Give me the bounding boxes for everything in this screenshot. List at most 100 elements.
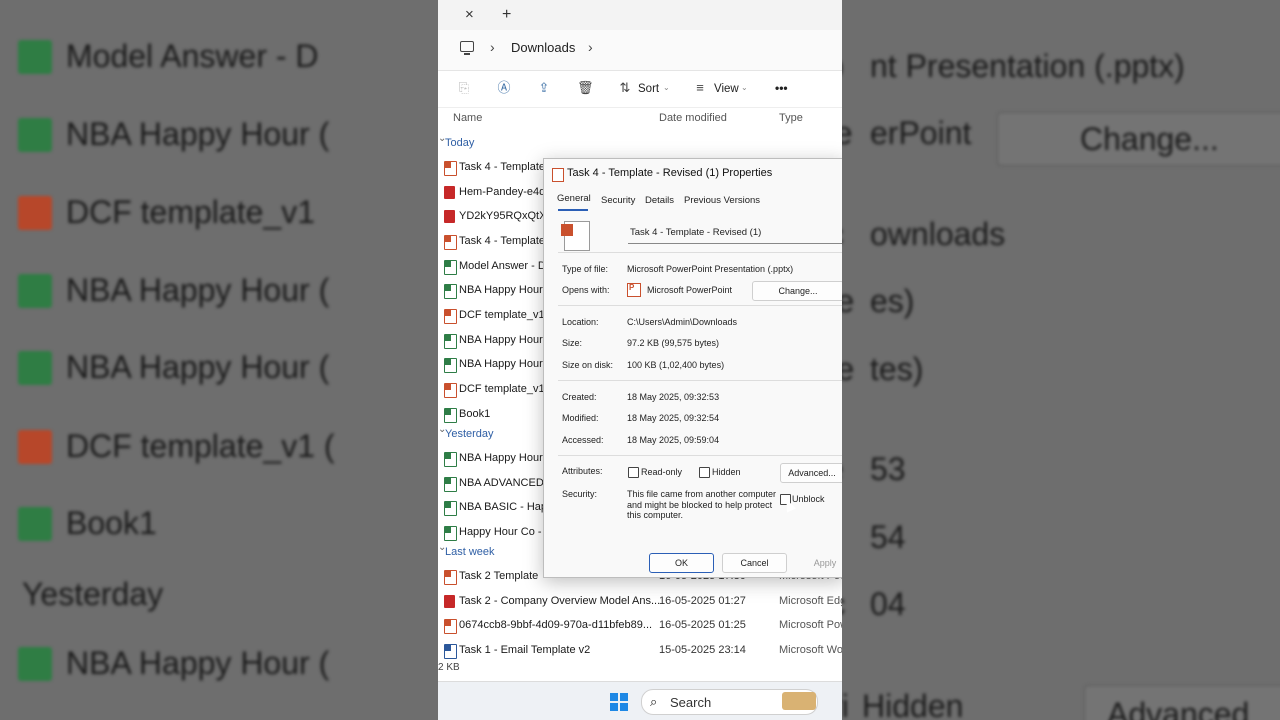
file-name: DCF template_v1 — [459, 309, 545, 321]
file-type: Microsoft Edg — [779, 595, 842, 607]
background-right: Typ nt Presentation (.pptx) Ope erPoint Loc o… — [842, 0, 1280, 720]
file-name: Model Answer - D — [459, 260, 546, 272]
background-row-label: NBA Happy Hour ( — [66, 116, 330, 152]
sort-icon[interactable]: ⇅ — [618, 81, 632, 95]
more-options-icon[interactable]: ••• — [775, 81, 788, 95]
background-value: Hidden — [862, 688, 964, 720]
column-header-name[interactable]: Name — [453, 112, 482, 124]
background-row-label: Model Answer - D — [66, 38, 319, 74]
ok-button[interactable]: OK — [649, 553, 714, 573]
widget-icon[interactable] — [782, 692, 816, 710]
excel-file-icon — [444, 452, 457, 467]
file-name: Hem-Pandey-e4de — [459, 186, 552, 198]
accessed-label: Accessed: — [562, 435, 604, 445]
location-label: Location: — [562, 317, 599, 327]
share-icon[interactable]: ⇪ — [537, 81, 551, 95]
size-value: 97.2 KB (99,575 bytes) — [627, 338, 720, 348]
background-label: Size — [842, 283, 855, 319]
tab-previous-versions[interactable]: Previous Versions — [684, 195, 760, 206]
readonly-label[interactable]: Read-only — [641, 467, 682, 477]
address-bar[interactable]: › Downloads › — [438, 30, 842, 71]
file-name: Task 4 - Template — [459, 235, 546, 247]
view-button[interactable]: View — [714, 83, 739, 95]
tab-details[interactable]: Details — [645, 195, 674, 206]
created-label: Created: — [562, 392, 597, 402]
file-row[interactable]: Task 2 - Company Overview Model Ans... 16… — [438, 592, 842, 614]
divider — [558, 380, 842, 381]
taskbar: ⌕ Search — [438, 681, 842, 720]
size-on-disk-label: Size on disk: — [562, 360, 614, 370]
group-header-yesterday[interactable]: Yesterday — [438, 424, 493, 440]
group-header-today[interactable]: Today — [438, 133, 474, 149]
excel-file-icon — [444, 334, 457, 349]
unblock-label[interactable]: Unblock — [792, 494, 825, 504]
attributes-label: Attributes: — [562, 466, 603, 476]
file-name-value: Task 4 - Template - Revised (1) — [630, 227, 762, 238]
hidden-checkbox[interactable] — [699, 467, 710, 478]
group-header-last-week[interactable]: Last week — [438, 542, 494, 558]
background-left: Model Answer - D NBA Happy Hour ( DCF temp… — [0, 0, 438, 720]
tab-security[interactable]: Security — [601, 195, 635, 206]
sort-button[interactable]: Sort — [638, 83, 659, 95]
background-row-label: DCF template_v1 ( — [66, 428, 335, 464]
change-button[interactable]: Change... — [752, 281, 842, 301]
excel-file-icon — [444, 260, 457, 275]
hidden-label[interactable]: Hidden — [712, 467, 741, 477]
background-button-label: Advanced — [1107, 696, 1250, 720]
breadcrumb-downloads[interactable]: Downloads — [511, 40, 575, 55]
excel-file-icon — [444, 477, 457, 492]
copy-icon[interactable]: ⎘ — [457, 81, 471, 95]
type-value: Microsoft PowerPoint Presentation (.pptx… — [627, 264, 794, 274]
column-header-type[interactable]: Type — [779, 112, 803, 124]
tab-general[interactable]: General — [557, 193, 591, 204]
file-date: 16-05-2025 01:27 — [659, 595, 746, 607]
opens-with-value: Microsoft PowerPoint — [647, 285, 733, 295]
file-name: 0674ccb8-9bbf-4d09-970a-d11bfeb89... — [459, 619, 653, 631]
file-name: Book1 — [459, 408, 491, 420]
apply-button[interactable]: Apply — [794, 553, 842, 573]
background-label: Ope — [842, 115, 853, 151]
delete-icon[interactable]: 🗑 — [577, 81, 594, 95]
modified-label: Modified: — [562, 413, 599, 423]
command-bar: ⎘ Ⓐ ⇪ 🗑 ⇅ Sort ⌄ ≡ View ⌄ ••• — [438, 71, 842, 108]
powerpoint-file-icon — [444, 235, 457, 250]
file-row[interactable]: Task 1 - Email Template v2 15-05-2025 23:… — [438, 641, 842, 663]
file-row[interactable]: 0674ccb8-9bbf-4d09-970a-d11bfeb89... 16-0… — [438, 616, 842, 638]
pdf-file-icon — [444, 186, 455, 199]
excel-file-icon — [444, 284, 457, 299]
powerpoint-file-icon — [444, 619, 457, 634]
powerpoint-file-icon — [444, 161, 457, 176]
close-tab-icon[interactable]: × — [465, 6, 474, 23]
file-name: NBA Happy Hour — [459, 452, 543, 464]
background-row: DCF template_v1 — [18, 194, 315, 231]
column-header-date[interactable]: Date modified — [659, 112, 727, 124]
background-label: Typ — [842, 48, 844, 85]
view-icon[interactable]: ≡ — [693, 81, 707, 95]
excel-file-icon — [18, 39, 52, 74]
chevron-right-icon[interactable]: › — [490, 39, 495, 55]
new-tab-icon[interactable]: + — [502, 6, 511, 24]
rename-icon[interactable]: Ⓐ — [497, 81, 511, 95]
background-button-label: Change... — [1080, 121, 1219, 157]
size-label: Size: — [562, 338, 583, 348]
background-row-label: Yesterday — [22, 576, 164, 612]
word-file-icon — [444, 644, 457, 659]
readonly-checkbox[interactable] — [628, 467, 639, 478]
background-value: 54 — [870, 519, 906, 555]
file-name-field[interactable]: Task 4 - Template - Revised (1) — [628, 225, 842, 244]
background-row-label: NBA Happy Hour ( — [66, 272, 330, 308]
advanced-button[interactable]: Advanced... — [780, 463, 842, 483]
chevron-right-icon[interactable]: › — [588, 39, 593, 55]
file-name: DCF template_v1 ( — [459, 383, 552, 395]
background-row: NBA Happy Hour ( — [18, 116, 329, 153]
file-name: NBA Happy Hour — [459, 358, 543, 370]
cancel-button[interactable]: Cancel — [722, 553, 787, 573]
file-name: NBA Happy Hour — [459, 334, 543, 346]
file-name: Task 2 - Company Overview Model Ans... — [459, 595, 661, 607]
background-advanced-button: Advanced — [1084, 685, 1280, 720]
type-label: Type of file: — [562, 264, 609, 274]
this-pc-icon[interactable] — [460, 41, 474, 55]
background-row: NBA Happy Hour ( — [18, 349, 329, 386]
start-button[interactable] — [610, 693, 628, 711]
background-value: 53 — [870, 451, 906, 487]
